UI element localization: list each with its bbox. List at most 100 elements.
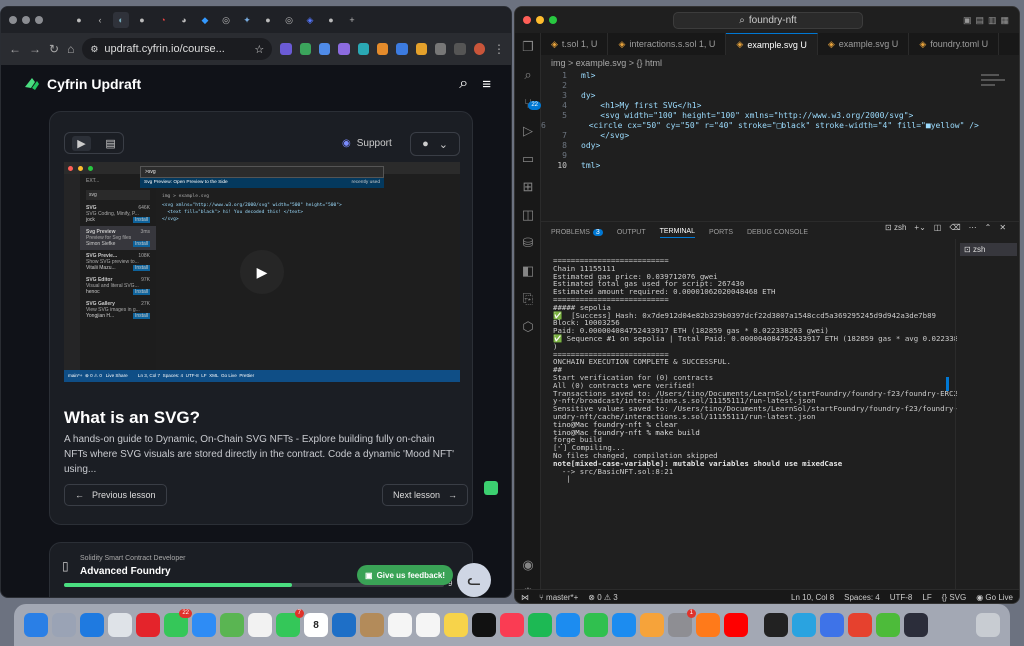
language-status[interactable]: {} SVG: [942, 593, 966, 602]
extension-icon[interactable]: [376, 43, 389, 55]
editor-tab[interactable]: ◈ interactions.s.sol 1, U: [608, 33, 727, 55]
terminal-icon[interactable]: ⊡ zsh: [885, 223, 906, 232]
video-view-icon[interactable]: ▶: [72, 135, 91, 151]
close-panel-icon[interactable]: ✕: [999, 223, 1006, 232]
extension-icon[interactable]: [357, 43, 369, 55]
trash-icon[interactable]: [976, 613, 1000, 637]
freeform-icon[interactable]: [416, 613, 440, 637]
split-terminal-icon[interactable]: ◫: [934, 223, 942, 232]
tab-github-icon[interactable]: ●: [323, 12, 339, 28]
menu-kebab-icon[interactable]: ⋮: [493, 42, 505, 56]
window-controls[interactable]: [9, 16, 43, 24]
notes-icon[interactable]: [444, 613, 468, 637]
cat-app-icon[interactable]: [904, 613, 928, 637]
wps-icon[interactable]: [848, 613, 872, 637]
back-icon[interactable]: ←: [9, 42, 21, 56]
tab-github-icon[interactable]: ●: [71, 12, 87, 28]
maps-icon[interactable]: [220, 613, 244, 637]
green-app-icon[interactable]: [876, 613, 900, 637]
hamburger-menu-icon[interactable]: ≡: [482, 76, 491, 93]
keynote-icon[interactable]: [556, 613, 580, 637]
new-tab-button[interactable]: +: [344, 12, 360, 28]
extension-icon[interactable]: [280, 43, 292, 55]
panel-tab[interactable]: PORTS: [709, 229, 733, 236]
panel-tab[interactable]: OUTPUT: [617, 229, 646, 236]
new-terminal-icon[interactable]: +⌄: [914, 223, 925, 232]
extensions-icon[interactable]: ⊞: [515, 173, 541, 201]
editor-tab[interactable]: ◈ example.svg U: [818, 33, 910, 55]
cat-mascot-icon[interactable]: ᓚ: [457, 563, 491, 597]
window-controls[interactable]: [523, 16, 557, 24]
extension-icon[interactable]: [396, 43, 408, 55]
feedback-button[interactable]: ▣ Give us feedback!: [357, 565, 454, 585]
editor-breadcrumb[interactable]: img > example.svg > {} html: [541, 55, 1019, 71]
contacts-icon[interactable]: [360, 613, 384, 637]
command-center-search[interactable]: ⌕ foundry-nft: [673, 12, 863, 29]
canva-icon[interactable]: [820, 613, 844, 637]
extension-icon[interactable]: [299, 43, 311, 55]
chrome-icon[interactable]: [108, 613, 132, 637]
url-bar[interactable]: ⚙ updraft.cyfrin.io/course... ☆: [82, 38, 273, 60]
tab-updraft[interactable]: ◐: [113, 12, 129, 28]
panel-tab[interactable]: PROBLEMS 3: [551, 229, 603, 236]
settings-icon[interactable]: 1: [668, 609, 696, 637]
mail-icon[interactable]: [192, 613, 216, 637]
encoding-status[interactable]: UTF-8: [890, 593, 913, 602]
opera-icon[interactable]: [136, 613, 160, 637]
site-info-icon[interactable]: ⚙: [90, 44, 98, 55]
run-debug-icon[interactable]: ▷: [515, 117, 541, 145]
layout-controls[interactable]: ▣▤▥▦: [963, 15, 1013, 26]
maximize-panel-icon[interactable]: ⌃: [985, 223, 992, 232]
books-icon[interactable]: [696, 613, 720, 637]
editor-tab[interactable]: ◈ t.sol 1, U: [541, 33, 609, 55]
previous-lesson-button[interactable]: ← Previous lesson: [64, 484, 167, 506]
pages-icon[interactable]: [640, 613, 664, 637]
video-player[interactable]: EXT... svg SVG 646K SVG Coding, Minify, P.…: [64, 162, 460, 382]
editor-tab[interactable]: ◈ example.svg U: [726, 33, 818, 55]
eol-status[interactable]: LF: [922, 593, 931, 602]
next-lesson-button[interactable]: Next lesson →: [382, 484, 469, 506]
tab-chrome-icon[interactable]: ◎: [281, 12, 297, 28]
source-control-icon[interactable]: ⑂22: [515, 89, 541, 117]
safari-icon[interactable]: [80, 613, 104, 637]
tab-github-icon[interactable]: ●: [260, 12, 276, 28]
search-icon[interactable]: ⌕: [459, 75, 468, 93]
tab-github-icon[interactable]: ●: [134, 12, 150, 28]
profile-avatar[interactable]: [473, 43, 486, 55]
testing-icon[interactable]: ◧: [515, 257, 541, 285]
branch-status[interactable]: ⑂ master*+: [539, 593, 578, 602]
panel-tab[interactable]: TERMINAL: [659, 228, 695, 238]
github-button[interactable]: ● ⌄: [410, 132, 460, 156]
problems-status[interactable]: ⊗ 0 ⚠ 3: [588, 593, 617, 602]
tab-star-icon[interactable]: ✦: [239, 12, 255, 28]
python-icon[interactable]: ⛁: [515, 229, 541, 257]
messages-icon[interactable]: 22: [164, 609, 192, 637]
forward-icon[interactable]: →: [29, 42, 41, 56]
extension-icon[interactable]: [415, 43, 427, 55]
home-icon[interactable]: ⌂: [67, 42, 74, 56]
terminal-output[interactable]: ========================== Chain 11155111…: [553, 257, 957, 593]
numbers-icon[interactable]: [584, 613, 608, 637]
launchpad-icon[interactable]: [52, 613, 76, 637]
music-icon[interactable]: [500, 613, 524, 637]
terminal-list-item[interactable]: ⊡ zsh: [960, 243, 1017, 256]
terminal-scrollbar[interactable]: [946, 377, 949, 391]
terminal-icon[interactable]: [764, 613, 788, 637]
extensions-puzzle-icon[interactable]: [434, 43, 447, 55]
editor-tab[interactable]: ◈ foundry.toml U: [909, 33, 1000, 55]
telegram-icon[interactable]: [792, 613, 816, 637]
minimap[interactable]: [981, 71, 1009, 131]
live-share-icon[interactable]: ⎘: [515, 285, 541, 313]
extension-icon[interactable]: [338, 43, 350, 55]
view-toggle[interactable]: ▶ ▤: [64, 132, 124, 154]
trash-ext-icon[interactable]: [454, 43, 466, 55]
tab-extension-icon[interactable]: ◈: [302, 12, 318, 28]
reminders-icon[interactable]: [388, 613, 412, 637]
facetime-icon[interactable]: 7: [276, 609, 304, 637]
finder-icon[interactable]: [24, 613, 48, 637]
kill-terminal-icon[interactable]: ⌫: [949, 223, 960, 232]
accounts-icon[interactable]: ◉: [515, 551, 541, 579]
search-icon[interactable]: ⌕: [515, 61, 541, 89]
panel-tab[interactable]: DEBUG CONSOLE: [747, 229, 808, 236]
tab-vscode-icon[interactable]: ◆: [197, 12, 213, 28]
